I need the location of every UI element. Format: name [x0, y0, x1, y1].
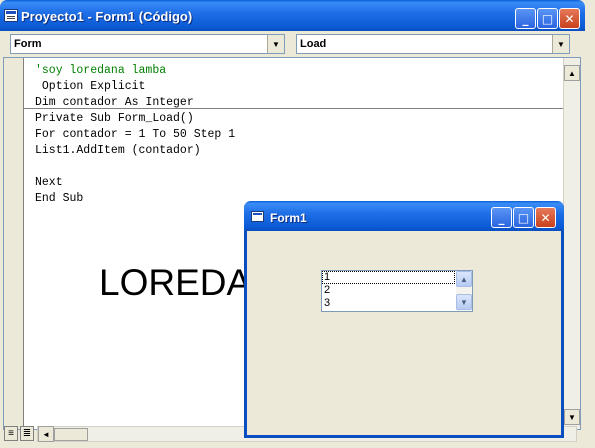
- object-combo-dropdown-icon[interactable]: ▼: [267, 35, 284, 53]
- form1-minimize-button[interactable]: _: [491, 207, 512, 228]
- procedure-combo-value: Load: [300, 38, 327, 50]
- code-line[interactable]: List1.AddItem (contador): [35, 143, 235, 159]
- list-item[interactable]: 3: [322, 297, 472, 310]
- code-line[interactable]: End Sub: [35, 191, 235, 207]
- maximize-button[interactable]: □: [537, 8, 558, 29]
- code-line[interactable]: Private Sub Form_Load(): [35, 111, 235, 127]
- form1-title-bar[interactable]: Form1 _ □ ✕: [244, 201, 564, 231]
- list1-listbox[interactable]: 123 ▲ ▼: [321, 270, 473, 312]
- form1-close-button[interactable]: ✕: [535, 207, 556, 228]
- title-bar[interactable]: Proyecto1 - Form1 (Código) _ □ ✕: [0, 0, 585, 31]
- code-line[interactable]: Next: [35, 175, 235, 191]
- code-area[interactable]: 'soy loredana lamba Option Explicit Dim c…: [35, 63, 235, 207]
- code-line[interactable]: Option Explicit: [35, 79, 235, 95]
- procedure-combo[interactable]: Load ▼: [296, 34, 570, 54]
- procedure-separator: [24, 108, 564, 109]
- module-view-icon[interactable]: ≣: [20, 426, 34, 441]
- code-line[interactable]: [35, 159, 235, 175]
- procedure-combo-dropdown-icon[interactable]: ▼: [552, 35, 569, 53]
- list-scroll-down-icon[interactable]: ▼: [456, 294, 472, 310]
- list-item[interactable]: 1: [322, 271, 455, 284]
- code-line[interactable]: For contador = 1 To 50 Step 1: [35, 127, 235, 143]
- scroll-up-icon[interactable]: ▲: [564, 65, 580, 81]
- form1-window[interactable]: Form1 _ □ ✕ 123 ▲ ▼: [244, 201, 564, 438]
- list-scrollbar[interactable]: ▲ ▼: [456, 271, 472, 311]
- code-line[interactable]: 'soy loredana lamba: [35, 63, 235, 79]
- vb-code-window-icon[interactable]: [4, 9, 18, 22]
- close-button[interactable]: ✕: [559, 8, 580, 29]
- object-combo[interactable]: Form ▼: [10, 34, 285, 54]
- scroll-down-icon[interactable]: ▼: [564, 409, 580, 425]
- form-icon[interactable]: [251, 211, 264, 222]
- list-item[interactable]: 2: [322, 284, 472, 297]
- procedure-view-icon[interactable]: ≡: [4, 426, 18, 441]
- margin-indicator-bar[interactable]: [4, 58, 24, 429]
- scroll-left-icon[interactable]: ◄: [38, 426, 54, 442]
- list-scroll-up-icon[interactable]: ▲: [456, 271, 472, 287]
- minimize-button[interactable]: _: [515, 8, 536, 29]
- vertical-scrollbar[interactable]: ▲ ▼: [563, 58, 580, 429]
- object-combo-value: Form: [14, 38, 42, 50]
- horizontal-scroll-thumb[interactable]: [54, 428, 88, 441]
- list-items: 123: [322, 271, 472, 310]
- form1-maximize-button[interactable]: □: [513, 207, 534, 228]
- window-title: Proyecto1 - Form1 (Código): [21, 9, 193, 24]
- form1-title: Form1: [270, 211, 307, 225]
